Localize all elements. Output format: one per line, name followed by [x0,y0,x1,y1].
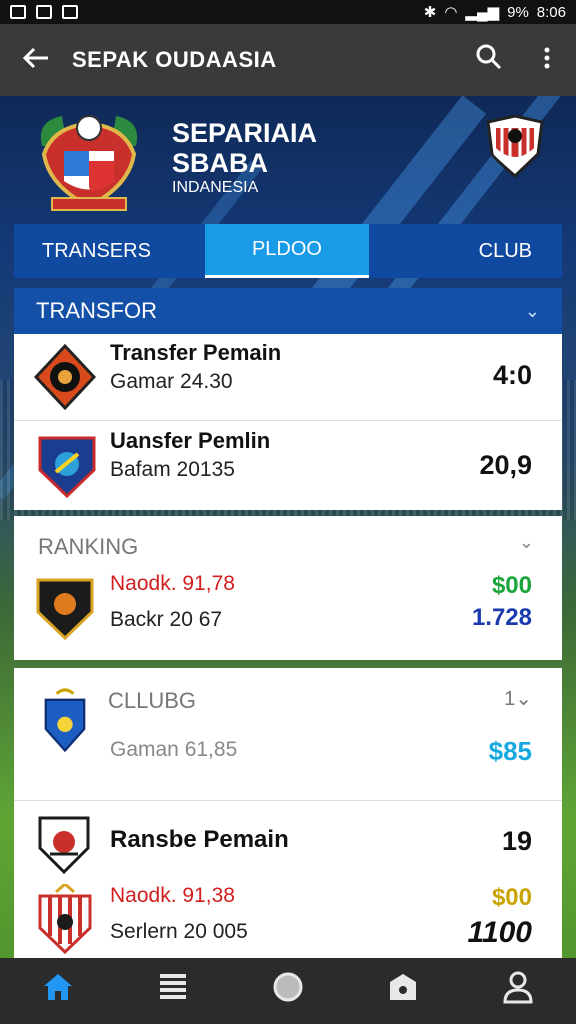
club-subtitle: Gaman 61,85 [110,738,238,761]
transfer-value: 20,9 [479,450,532,480]
bottom-row-line1: Naodk. 91,38 [110,884,235,907]
page-title: SEPAK OUDAASIA [72,47,277,72]
battery-level: 9% [507,3,529,21]
nav-list[interactable] [143,972,203,1010]
profile-icon [503,971,533,1004]
nav-profile[interactable] [488,970,548,1012]
transfer-section-title: TRANSFOR [36,298,157,323]
club-logo-icon [44,688,86,752]
clock: 8:06 [536,3,566,21]
nav-secure[interactable] [373,972,433,1010]
club-logo-icon [36,578,94,640]
ranking-section-title: RANKING [38,534,139,559]
shield-lock-icon [390,974,417,1000]
circle-icon [273,972,303,1002]
chevron-down-icon[interactable]: ⌄ [519,532,534,553]
image-icon [36,5,52,19]
list-item[interactable]: Transfer Pemain Gamar 24.30 4:0 [14,334,562,420]
club-logo-icon [38,816,90,874]
gallery-icon [62,5,78,19]
club-logo-icon [34,344,96,410]
club-logo-icon [38,436,96,498]
bluetooth-icon: ✱ [423,4,437,21]
transfer-title: Transfer Pemain [110,340,282,365]
club-value: $85 [488,736,532,766]
signal-icon: ▂▄▆ [465,4,500,21]
search-icon [476,44,502,69]
bottom-row-title: Ransbe Pemain [110,826,289,853]
bottom-navigation [0,958,576,1024]
transfer-section-header[interactable]: TRANSFOR ⌄ [14,288,562,334]
bottom-row-line2: Serlern 20 005 [110,920,248,943]
club-logo-icon [38,884,92,954]
status-bar: ✱ ◠ ▂▄▆ 9% 8:06 [0,0,576,24]
wifi-icon: ◠ [444,4,458,21]
transfer-value: 4:0 [492,360,532,390]
app-bar: SEPAK OUDAASIA [0,24,576,96]
club-card[interactable]: CLLUBG 1⌄ Gaman 61,85 $85 [14,668,562,800]
transfer-subtitle: Gamar 24.30 [110,370,233,393]
bottom-row-value: 19 [501,826,532,856]
home-icon [43,974,72,1000]
nav-circle[interactable] [258,971,318,1011]
more-vert-icon [544,47,550,68]
garuda-crest-logo [40,115,138,211]
transfer-card: Transfer Pemain Gamar 24.30 4:0 Uansfer … [14,334,562,510]
ranking-card: RANKING ⌄ Naodk. 91,78 Backr 20 67 $00 1… [14,516,562,660]
transfer-title: Uansfer Pemlin [110,428,271,453]
ranking-value2: 1.728 [471,604,532,631]
bottom-row-value2: 1100 [467,916,532,949]
ranking-value1: $00 [491,572,532,599]
tab-bar: TRANSERS PLDOO CLUB [14,224,562,278]
club-shield-logo [486,114,544,178]
tab-club[interactable]: CLUB [369,224,562,278]
tab-pldoo[interactable]: PLDOO [205,224,369,278]
overflow-menu-button[interactable] [518,45,576,76]
hero-title-line1: SEPARIAIA [172,118,318,148]
bottom-row-value1: $00 [491,884,532,911]
back-button[interactable] [0,43,72,77]
club-count-badge: 1⌄ [504,688,532,710]
list-icon [159,974,186,999]
club-section-title: CLLUBG [108,688,197,713]
search-button[interactable] [460,44,518,77]
arrow-left-icon [22,47,48,69]
hero-subtitle: INDANESIA [172,179,259,196]
hero-title-line2: SBABA [172,148,269,178]
notification-icon [10,5,26,19]
transfer-subtitle: Bafam 20135 [110,458,235,481]
chevron-down-icon: ⌄ [524,300,540,321]
ranking-line1: Naodk. 91,78 [110,572,235,595]
ranking-line2: Backr 20 67 [110,608,223,631]
tab-transfers[interactable]: TRANSERS [14,224,205,278]
nav-home[interactable] [28,972,88,1010]
list-item[interactable]: Uansfer Pemlin Bafam 20135 20,9 [14,422,562,510]
bottom-card: Ransbe Pemain 19 Naodk. 91,38 Serlern 20… [14,800,562,958]
hero-banner: SEPARIAIA SBABA INDANESIA [0,96,576,224]
